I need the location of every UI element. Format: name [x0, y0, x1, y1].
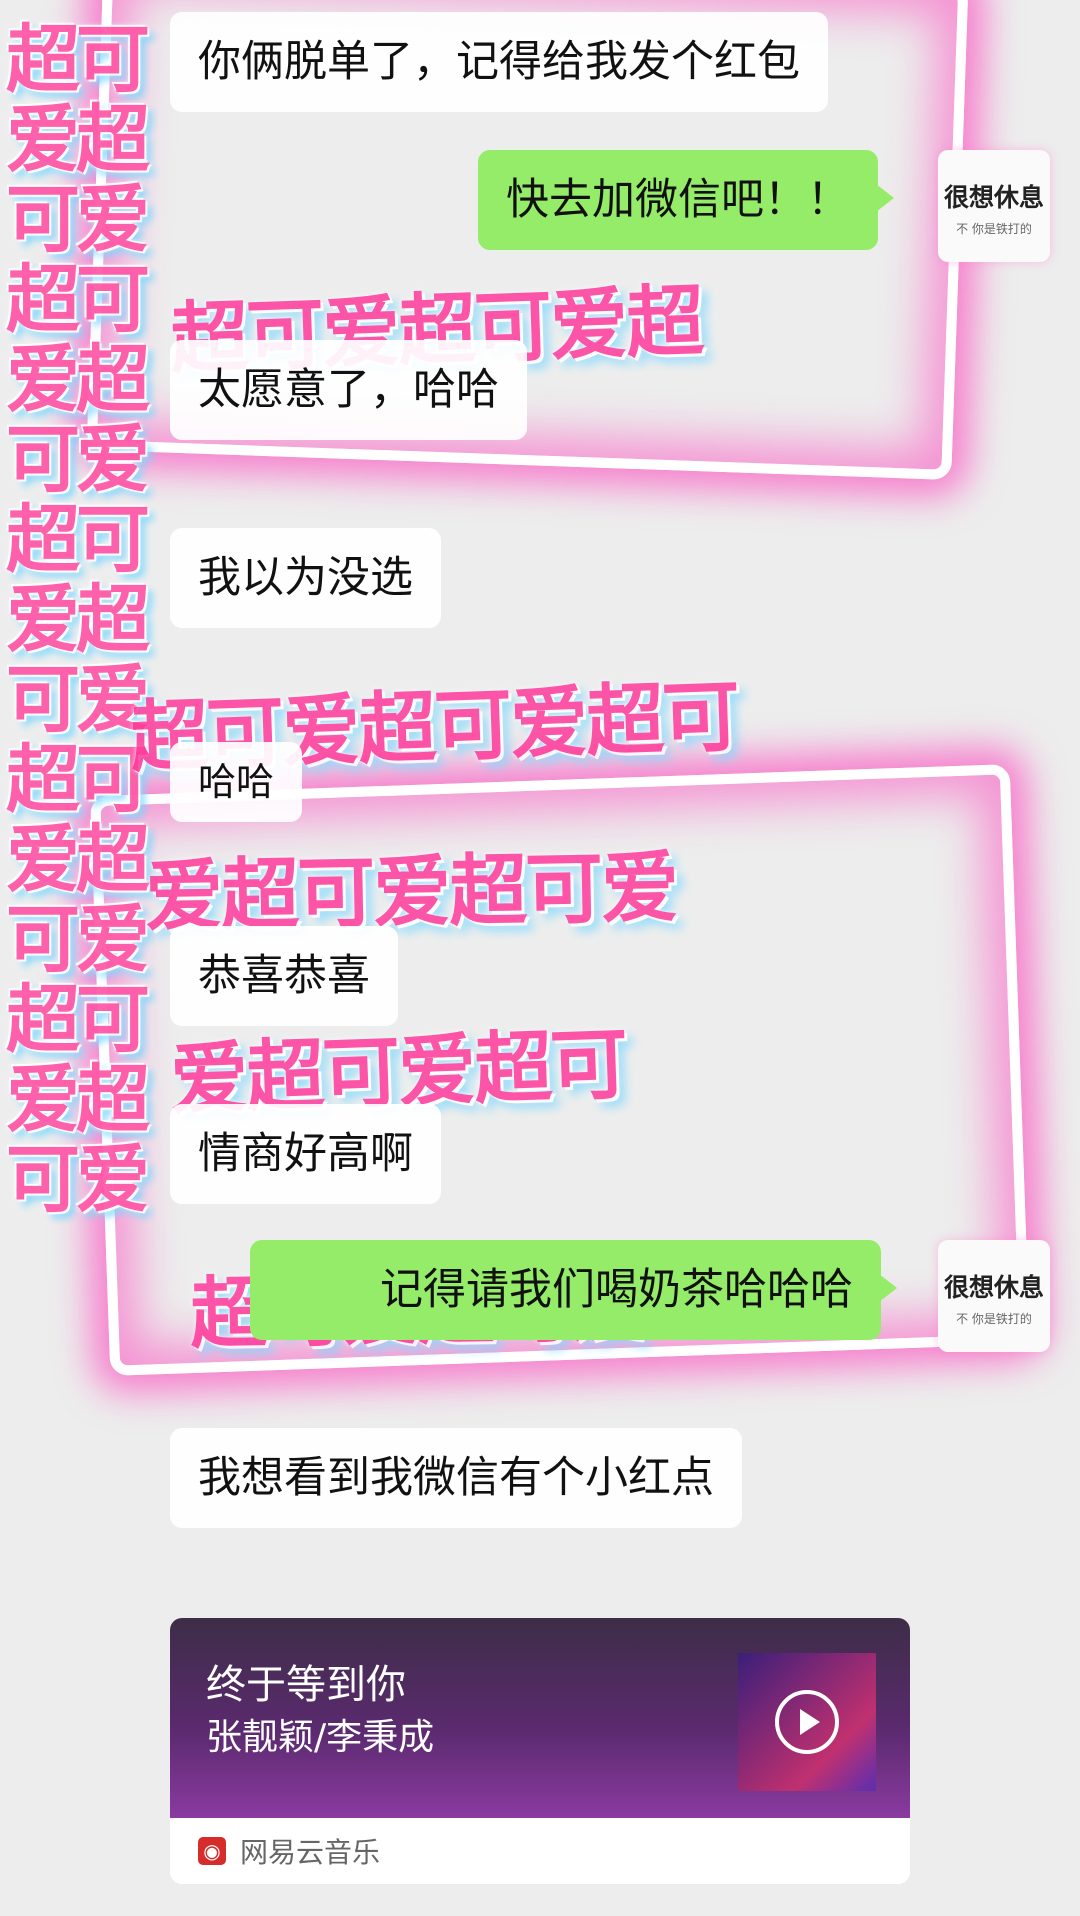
avatar-caption: 很想休息	[943, 183, 1044, 212]
song-title: 终于等到你	[206, 1662, 406, 1708]
avatar-subcaption: 不 你是铁打的	[956, 1312, 1032, 1326]
avatar-caption: 很想休息	[943, 1273, 1044, 1302]
message-bubble[interactable]: 情商好高啊	[170, 1104, 441, 1204]
song-artist: 张靓颖/李秉成	[206, 1717, 435, 1758]
music-card-header: 终于等到你 张靓颖/李秉成	[170, 1618, 910, 1818]
message-bubble[interactable]: 恭喜恭喜	[170, 926, 398, 1026]
message-bubble[interactable]: 太愿意了，哈哈	[170, 340, 527, 440]
chat-area: 你俩脱单了，记得给我发个红包 快去加微信吧！！ 很想休息 不 你是铁打的 太愿意…	[0, 0, 1080, 1916]
avatar[interactable]: 很想休息 不 你是铁打的	[938, 150, 1050, 262]
message-bubble[interactable]: 我想看到我微信有个小红点	[170, 1428, 742, 1528]
avatar[interactable]: 很想休息 不 你是铁打的	[938, 1240, 1050, 1352]
message-bubble[interactable]: 快去加微信吧！！	[478, 150, 894, 250]
netease-music-icon: ◉	[198, 1837, 226, 1865]
message-bubble[interactable]: 记得请我们喝奶茶哈哈哈	[250, 1240, 897, 1340]
message-bubble[interactable]: 我以为没选	[170, 528, 441, 628]
music-source-label: 网易云音乐	[240, 1836, 381, 1869]
music-card-footer: ◉ 网易云音乐	[170, 1818, 910, 1884]
album-cover[interactable]	[738, 1653, 876, 1791]
message-bubble[interactable]: 你俩脱单了，记得给我发个红包	[170, 12, 828, 112]
message-bubble[interactable]: 哈哈	[170, 742, 303, 822]
play-icon[interactable]	[775, 1690, 839, 1754]
avatar-subcaption: 不 你是铁打的	[956, 222, 1032, 236]
music-share-card[interactable]: 终于等到你 张靓颖/李秉成 ◉ 网易云音乐	[170, 1618, 910, 1884]
